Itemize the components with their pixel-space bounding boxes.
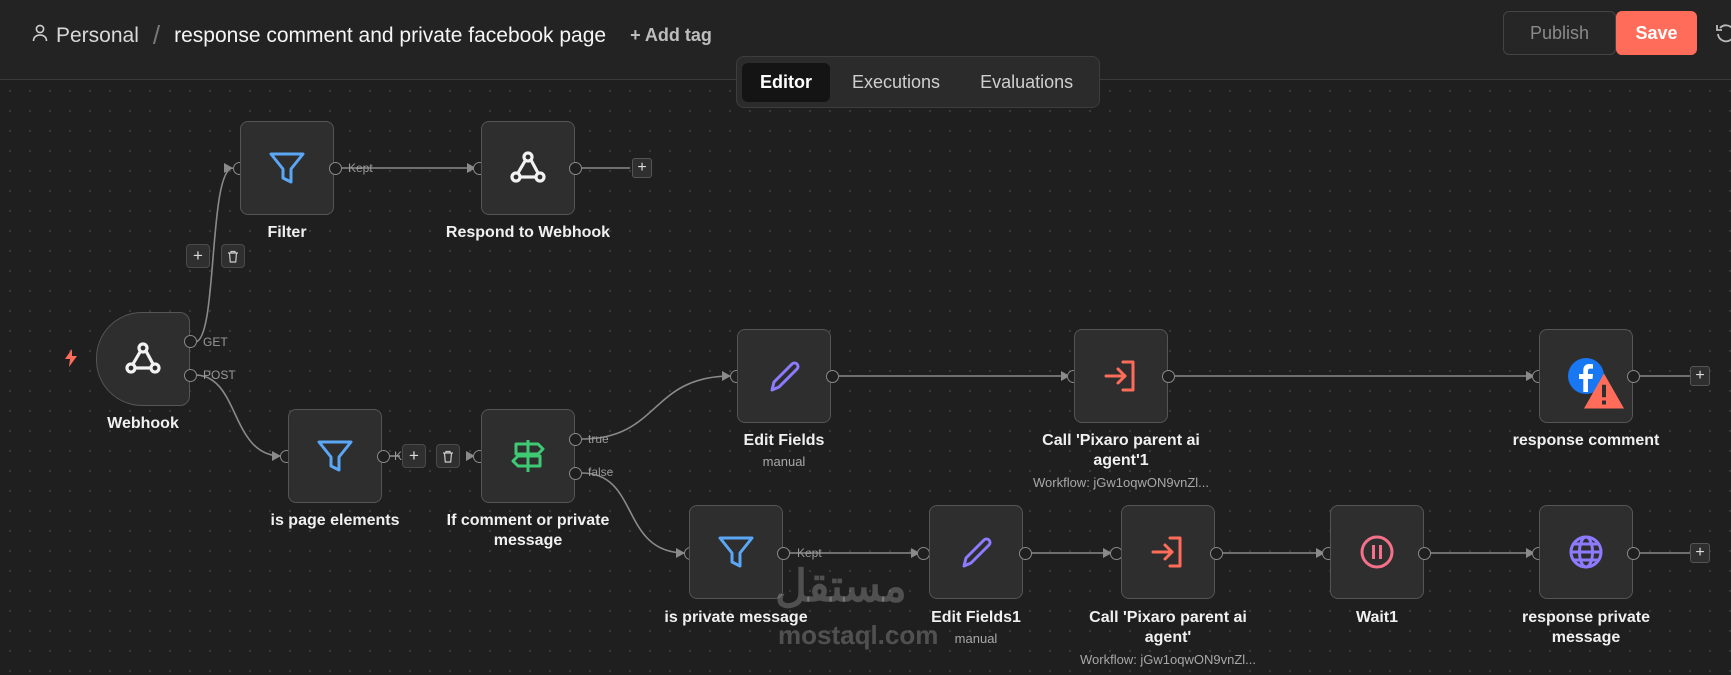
node-respond-to-webhook[interactable] <box>481 121 575 215</box>
edge-delete-button[interactable] <box>221 244 245 268</box>
node-label-if-comment: If comment or private message <box>446 512 610 549</box>
signpost-icon <box>511 440 545 472</box>
webhook-icon <box>510 151 546 183</box>
add-tag-button[interactable]: + Add tag <box>630 25 712 46</box>
port-isprivate-out[interactable] <box>777 547 790 560</box>
port-private-out[interactable] <box>1627 547 1640 560</box>
trash-icon <box>228 250 238 263</box>
tab-editor[interactable]: Editor <box>742 62 830 102</box>
port-call1-out[interactable] <box>1162 370 1175 383</box>
node-sub-edit-fields: manual <box>762 454 806 469</box>
port-wait-out[interactable] <box>1418 547 1431 560</box>
edge-if-editfields <box>581 375 732 440</box>
view-tabs: Editor Executions Evaluations <box>736 56 1100 108</box>
edge-add-button-2[interactable]: + <box>402 444 426 468</box>
node-response-comment[interactable] <box>1539 329 1633 423</box>
filter-icon <box>269 152 305 184</box>
port-ispage-out[interactable] <box>377 450 390 463</box>
edge-label-false: false <box>588 465 614 479</box>
port-filter-out[interactable] <box>329 162 342 175</box>
node-if-comment[interactable] <box>481 409 575 503</box>
node-label-edit-fields: Edit Fields <box>743 432 825 449</box>
webhook-icon <box>125 342 161 374</box>
port-if-false[interactable] <box>569 467 582 480</box>
node-call-agent[interactable] <box>1121 505 1215 599</box>
edge-label-post: POST <box>203 368 236 382</box>
node-sub-call-agent: Workflow: jGw1oqwON9vnZl... <box>1079 652 1257 667</box>
edge-label-get: GET <box>203 335 228 349</box>
pencil-icon <box>962 537 992 568</box>
node-is-page-elements[interactable] <box>288 409 382 503</box>
trash-icon <box>443 450 453 463</box>
port-webhook-get[interactable] <box>184 335 197 348</box>
globe-icon <box>1569 535 1603 569</box>
node-label-filter: Filter <box>267 224 307 241</box>
port-if-true[interactable] <box>569 433 582 446</box>
node-webhook[interactable] <box>96 312 190 406</box>
node-edit-fields[interactable] <box>737 329 831 423</box>
port-response-out[interactable] <box>1627 370 1640 383</box>
owner-link[interactable]: Personal <box>56 24 139 48</box>
node-label-is-page-elements: is page elements <box>270 512 400 529</box>
workflow-name[interactable]: response comment and private facebook pa… <box>174 24 606 48</box>
history-icon[interactable] <box>1716 22 1731 49</box>
node-label-response-comment: response comment <box>1512 432 1660 449</box>
node-response-private-message[interactable] <box>1539 505 1633 599</box>
node-label-call-agent-1: Call 'Pixaro parent ai agent'1 <box>1042 432 1200 469</box>
edge-label-kept-private: Kept <box>797 546 822 560</box>
trigger-bolt-icon <box>64 349 78 372</box>
node-label-wait-1: Wait1 <box>1355 609 1399 626</box>
node-call-agent-1[interactable] <box>1074 329 1168 423</box>
enter-icon <box>1151 536 1182 568</box>
node-filter[interactable] <box>240 121 334 215</box>
edge-label-k: K <box>394 449 403 463</box>
node-wait-1[interactable] <box>1330 505 1424 599</box>
add-node-button-response[interactable]: + <box>1690 366 1710 386</box>
tab-evaluations[interactable]: Evaluations <box>962 63 1091 102</box>
save-button[interactable]: Save <box>1616 11 1697 55</box>
warning-icon[interactable] <box>1584 371 1624 416</box>
breadcrumb: Personal / response comment and private … <box>32 20 712 51</box>
port-respond-out[interactable] <box>569 162 582 175</box>
user-icon <box>32 24 48 48</box>
node-label-response-private: response private message <box>1521 609 1651 646</box>
port-editfields1-out[interactable] <box>1019 547 1032 560</box>
edge-add-button[interactable]: + <box>186 244 210 268</box>
workflow-canvas[interactable]: GET POST Kept true false Kept K + + Webh… <box>0 81 1731 675</box>
port-editfields-out[interactable] <box>826 370 839 383</box>
enter-icon <box>1104 360 1135 392</box>
node-label-respond: Respond to Webhook <box>445 224 611 241</box>
node-label-webhook: Webhook <box>107 415 179 432</box>
node-is-private-message[interactable] <box>689 505 783 599</box>
watermark-latin: mostaql.com <box>778 620 939 650</box>
edge-delete-button-2[interactable] <box>436 444 460 468</box>
edge-label-kept: Kept <box>348 161 373 175</box>
pencil-icon <box>770 361 800 392</box>
node-sub-call-agent-1: Workflow: jGw1oqwON9vnZl... <box>1032 475 1210 490</box>
pause-icon <box>1360 535 1394 569</box>
add-node-button-respond[interactable]: + <box>632 158 652 178</box>
watermark-arabic: مستقل <box>775 562 907 611</box>
breadcrumb-separator: / <box>152 20 161 50</box>
edge-label-true: true <box>588 432 609 446</box>
node-label-call-agent: Call 'Pixaro parent ai agent' <box>1089 609 1247 646</box>
filter-icon <box>317 440 353 472</box>
publish-button[interactable]: Publish <box>1503 11 1616 55</box>
port-webhook-post[interactable] <box>184 369 197 382</box>
tab-executions[interactable]: Executions <box>834 63 958 102</box>
node-edit-fields-1[interactable] <box>929 505 1023 599</box>
add-node-button-private[interactable]: + <box>1690 543 1710 563</box>
port-call-out[interactable] <box>1210 547 1223 560</box>
filter-icon <box>718 536 754 568</box>
